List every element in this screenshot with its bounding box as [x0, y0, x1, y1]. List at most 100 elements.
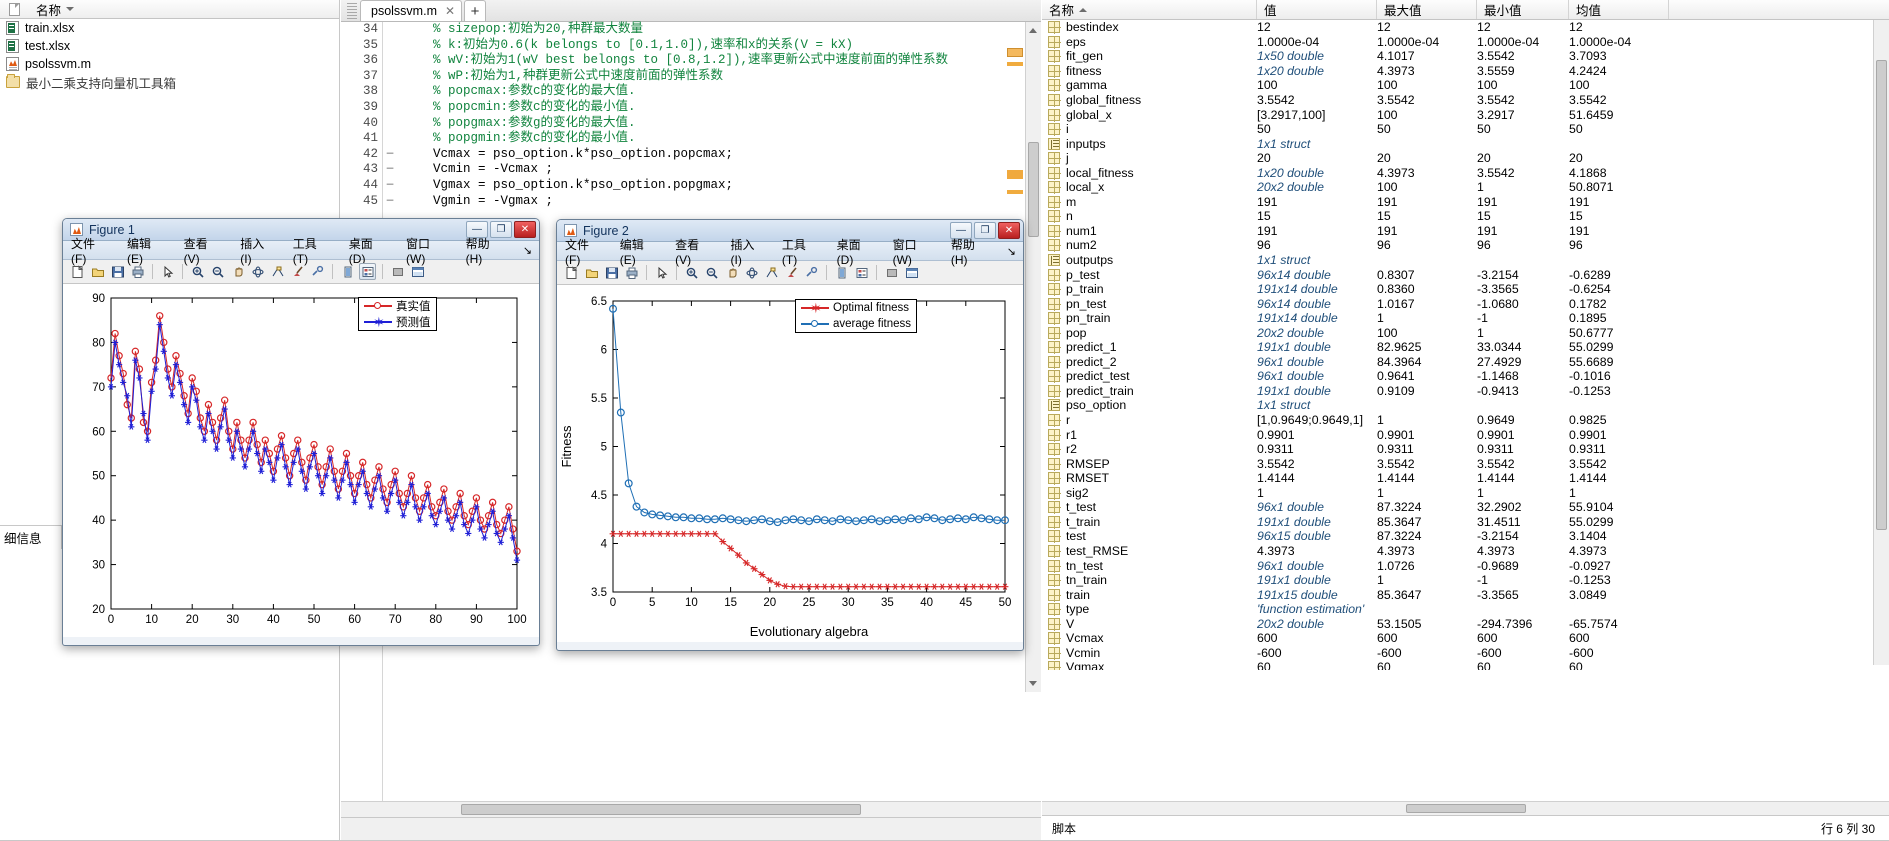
drag-grip-icon[interactable]	[347, 3, 357, 21]
code-line[interactable]: % popcmax:参数c的变化的最大值.	[403, 84, 1041, 100]
workspace-row[interactable]: m 191 191 191 191	[1042, 195, 1889, 210]
menu-item-编辑e[interactable]: 编辑(E)	[620, 236, 654, 267]
workspace-row[interactable]: tn_test 96x1 double 1.0726 -0.9689 -0.0927	[1042, 558, 1889, 573]
code-line[interactable]: % popgmin:参数c的变化的最小值.	[403, 131, 1041, 147]
workspace-row[interactable]: predict_2 96x1 double 84.3964 27.4929 55.668…	[1042, 355, 1889, 370]
close-button[interactable]: ✕	[514, 221, 536, 238]
workspace-column-0[interactable]: 名称	[1042, 0, 1257, 19]
workspace-row[interactable]: train 191x15 double 85.3647 -3.3565 3.0849	[1042, 587, 1889, 602]
name-column-header[interactable]: 名称	[28, 0, 339, 19]
rotate-3d-icon[interactable]	[249, 263, 266, 280]
workspace-vertical-scrollbar[interactable]	[1873, 20, 1889, 665]
open-file-icon[interactable]	[583, 264, 600, 281]
show-plot-tools-icon[interactable]	[409, 263, 426, 280]
zoom-out-icon[interactable]	[703, 264, 720, 281]
workspace-row[interactable]: r2 0.9311 0.9311 0.9311 0.9311	[1042, 442, 1889, 457]
executable-mark[interactable]	[383, 116, 397, 132]
figure-1-window[interactable]: Figure 1 — ❐ ✕ 文件(F) 编辑(E) 查看(V) 插入(I) 工具(T)…	[62, 218, 540, 646]
workspace-row[interactable]: fit_gen 1x50 double 4.1017 3.5542 3.7093	[1042, 49, 1889, 64]
code-line[interactable]: Vgmax = pso_option.k*pso_option.popgmax;	[403, 178, 1041, 194]
workspace-row[interactable]: num2 96 96 96 96	[1042, 238, 1889, 253]
menu-item-工具t[interactable]: 工具(T)	[293, 235, 328, 266]
workspace-row[interactable]: predict_train 191x1 double 0.9109 -0.9413 -0…	[1042, 384, 1889, 399]
workspace-row[interactable]: type 'function estimation'	[1042, 602, 1889, 617]
menu-item-窗口w[interactable]: 窗口(W)	[893, 236, 930, 267]
print-icon[interactable]	[623, 264, 640, 281]
zoom-in-icon[interactable]	[683, 264, 700, 281]
open-file-icon[interactable]	[89, 263, 106, 280]
workspace-row[interactable]: Vcmin -600 -600 -600 -600	[1042, 646, 1889, 661]
workspace-row[interactable]: local_x 20x2 double 100 1 50.8071	[1042, 180, 1889, 195]
pointer-icon[interactable]	[159, 263, 176, 280]
workspace-row[interactable]: r1 0.9901 0.9901 0.9901 0.9901	[1042, 427, 1889, 442]
menu-item-桌面d[interactable]: 桌面(D)	[837, 236, 872, 267]
editor-tab-psolssvm[interactable]: psolssvm.m ✕	[360, 0, 463, 21]
workspace-row[interactable]: predict_test 96x1 double 0.9641 -1.1468 -0.1…	[1042, 369, 1889, 384]
workspace-row[interactable]: RMSEP 3.5542 3.5542 3.5542 3.5542	[1042, 456, 1889, 471]
file-list-item[interactable]: psolssvm.m	[0, 55, 339, 73]
scroll-up-icon[interactable]	[1029, 28, 1037, 33]
code-line[interactable]: % popgmax:参数g的变化的最大值.	[403, 116, 1041, 132]
workspace-row[interactable]: test_RMSE 4.3973 4.3973 4.3973 4.3973	[1042, 544, 1889, 559]
workspace-row[interactable]: global_fitness 3.5542 3.5542 3.5542 3.5542	[1042, 93, 1889, 108]
workspace-row[interactable]: pop 20x2 double 100 1 50.6777	[1042, 325, 1889, 340]
document-column-header[interactable]	[0, 2, 28, 16]
menu-item-插入i[interactable]: 插入(I)	[731, 236, 761, 267]
workspace-row[interactable]: predict_1 191x1 double 82.9625 33.0344 55.02…	[1042, 340, 1889, 355]
workspace-row[interactable]: RMSET 1.4144 1.4144 1.4144 1.4144	[1042, 471, 1889, 486]
workspace-row[interactable]: t_test 96x1 double 87.3224 32.2902 55.9104	[1042, 500, 1889, 515]
insert-legend-icon[interactable]	[359, 263, 376, 280]
close-icon[interactable]: ✕	[445, 4, 455, 18]
figure-1-plot-canvas[interactable]: 0 10 20 30 40 50 60 70 80 90 100 20 30 40 50 60 70 80 90 真实…	[63, 284, 539, 637]
workspace-row[interactable]: tn_train 191x1 double 1 -1 -0.1253	[1042, 573, 1889, 588]
workspace-row[interactable]: t_train 191x1 double 85.3647 31.4511 55.0299	[1042, 515, 1889, 530]
hide-plot-tools-icon[interactable]	[883, 264, 900, 281]
scrollbar-thumb[interactable]	[1876, 60, 1887, 530]
scroll-down-icon[interactable]	[1029, 681, 1037, 686]
editor-horizontal-scrollbar[interactable]	[341, 801, 1041, 817]
menu-item-查看v[interactable]: 查看(V)	[675, 236, 709, 267]
workspace-column-3[interactable]: 最小值	[1477, 0, 1569, 19]
link-data-icon[interactable]	[309, 263, 326, 280]
executable-mark[interactable]: —	[383, 147, 397, 163]
figure-1-menubar[interactable]: 文件(F) 编辑(E) 查看(V) 插入(I) 工具(T) 桌面(D) 窗口(W) 帮助(H)…	[63, 237, 539, 266]
workspace-row[interactable]: i 50 50 50 50	[1042, 122, 1889, 137]
workspace-row[interactable]: bestindex 12 12 12 12	[1042, 20, 1889, 35]
workspace-row[interactable]: j 20 20 20 20	[1042, 151, 1889, 166]
workspace-row[interactable]: fitness 1x20 double 4.3973 3.5559 4.2424	[1042, 64, 1889, 79]
executable-mark[interactable]	[383, 53, 397, 69]
code-line[interactable]: Vgmin = -Vgmax ;	[403, 194, 1041, 210]
brush-icon[interactable]	[289, 263, 306, 280]
menu-item-桌面d[interactable]: 桌面(D)	[349, 235, 385, 266]
executable-mark[interactable]	[383, 69, 397, 85]
brush-icon[interactable]	[783, 264, 800, 281]
menu-item-帮助h[interactable]: 帮助(H)	[466, 235, 502, 266]
scrollbar-thumb-horizontal[interactable]	[1405, 804, 1526, 813]
show-plot-tools-icon[interactable]	[903, 264, 920, 281]
pan-icon[interactable]	[229, 263, 246, 280]
workspace-column-1[interactable]: 值	[1257, 0, 1377, 19]
data-cursor-icon[interactable]	[269, 263, 286, 280]
menu-item-插入i[interactable]: 插入(I)	[240, 235, 271, 266]
workspace-row[interactable]: pn_train 191x14 double 1 -1 0.1895	[1042, 311, 1889, 326]
new-figure-icon[interactable]	[69, 263, 86, 280]
rotate-3d-icon[interactable]	[743, 264, 760, 281]
zoom-in-icon[interactable]	[189, 263, 206, 280]
workspace-row[interactable]: pn_test 96x14 double 1.0167 -1.0680 0.1782	[1042, 296, 1889, 311]
insert-colorbar-icon[interactable]	[833, 264, 850, 281]
hide-plot-tools-icon[interactable]	[389, 263, 406, 280]
figure-2-legend[interactable]: ✶ Optimal fitness average fitness	[795, 299, 917, 333]
executable-mark[interactable]	[383, 84, 397, 100]
workspace-row[interactable]: outputps 1x1 struct	[1042, 253, 1889, 268]
workspace-row[interactable]: r [1,0.9649;0.9649,1] 1 0.9649 0.9825	[1042, 413, 1889, 428]
executable-mark[interactable]	[383, 131, 397, 147]
scrollbar-thumb-horizontal[interactable]	[461, 804, 861, 815]
menu-item-编辑e[interactable]: 编辑(E)	[127, 235, 163, 266]
executable-mark[interactable]: —	[383, 178, 397, 194]
workspace-row[interactable]: p_test 96x14 double 0.8307 -3.2154 -0.6289	[1042, 267, 1889, 282]
figure-2-window[interactable]: Figure 2 — ❐ ✕ 文件(F) 编辑(E) 查看(V) 插入(I) 工具(T)…	[556, 219, 1024, 651]
executable-mark[interactable]	[383, 38, 397, 54]
expand-arrow-icon[interactable]: ↘	[1007, 245, 1016, 258]
link-data-icon[interactable]	[803, 264, 820, 281]
code-line[interactable]: % sizepop:初始为20,种群最大数量	[403, 22, 1041, 38]
